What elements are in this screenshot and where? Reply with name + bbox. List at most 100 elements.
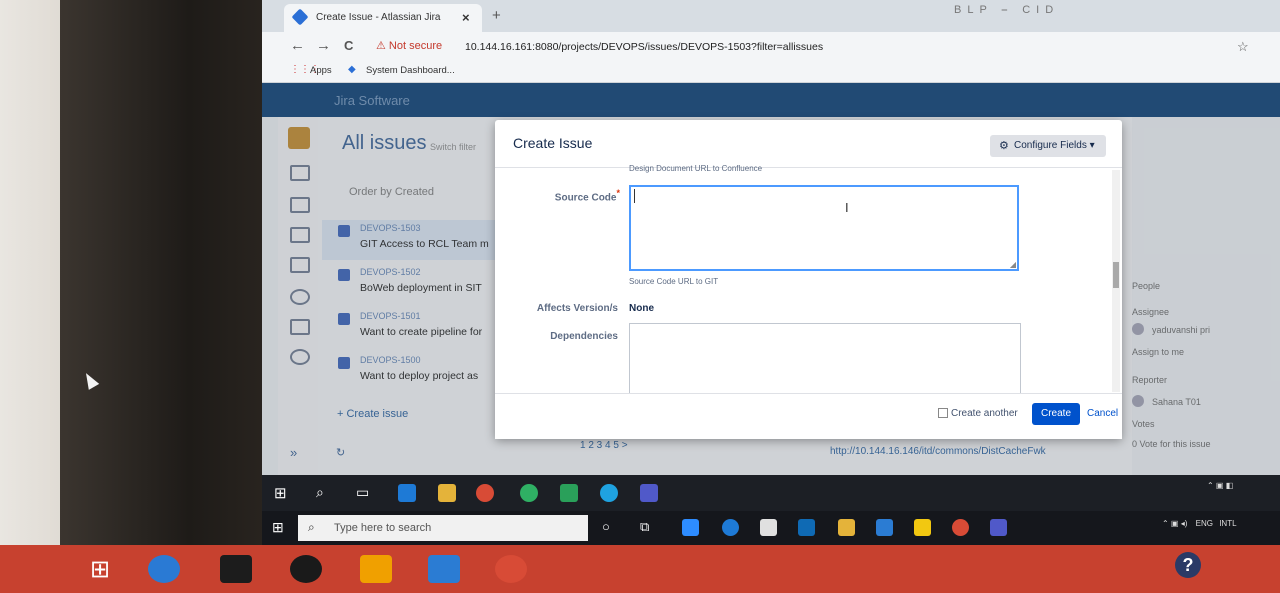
cortana-icon[interactable]: ○	[602, 519, 610, 534]
switch-filter-link[interactable]: Switch filter	[430, 142, 476, 152]
language-indicator-2[interactable]: INTL	[1219, 519, 1236, 528]
avatar	[1132, 323, 1144, 335]
taskbar-apps: ⊞ ⌕ ▭ ⌃ ▣ ◧	[262, 475, 1280, 511]
board-icon[interactable]	[290, 165, 310, 181]
bookmark-apps[interactable]: Apps	[310, 65, 332, 76]
chrome-icon[interactable]	[952, 519, 969, 536]
file-explorer-icon[interactable]	[438, 484, 456, 502]
cancel-link[interactable]: Cancel	[1087, 408, 1118, 419]
skype-icon[interactable]	[600, 484, 618, 502]
dialog-title: Create Issue	[513, 135, 593, 151]
bookmark-star-icon[interactable]: ☆	[1237, 39, 1249, 55]
chrome-icon[interactable]	[476, 484, 494, 502]
chrome-icon[interactable]	[495, 555, 527, 583]
add-item-icon[interactable]	[290, 319, 310, 335]
expand-sidebar-icon[interactable]: »	[290, 445, 297, 460]
issue-type-icon	[338, 225, 350, 237]
configure-fields-button[interactable]: ⚙ Configure Fields ▾	[990, 135, 1106, 157]
dialog-scrollbar[interactable]	[1112, 170, 1120, 392]
bookmark-system-dashboard[interactable]: System Dashboard...	[366, 65, 455, 76]
votes-label: Votes	[1132, 419, 1155, 429]
vscode-icon[interactable]	[428, 555, 460, 583]
internet-explorer-icon[interactable]	[148, 555, 180, 583]
source-code-label-text: Source Code	[554, 192, 617, 204]
help-icon[interactable]: ?	[1175, 552, 1201, 578]
window-controls[interactable]: BLP ⎯ CID	[954, 4, 1059, 17]
system-tray[interactable]: ⌃ ▣ ◂) ENG INTL	[1162, 519, 1237, 528]
issue-list-item[interactable]: DEVOPS-1502 BoWeb deployment in SIT	[322, 264, 502, 304]
settings-icon[interactable]	[290, 349, 310, 365]
status-bar-url: http://10.144.16.146/itd/commons/DistCac…	[830, 446, 1046, 457]
text-caret	[634, 189, 635, 203]
vote-link[interactable]: 0 Vote for this issue	[1132, 439, 1211, 449]
dependencies-label: Dependencies	[550, 331, 618, 342]
edge-icon[interactable]	[722, 519, 739, 536]
windows-start-icon[interactable]: ⊞	[90, 555, 110, 584]
url-field[interactable]: 10.144.16.161:8080/projects/DEVOPS/issue…	[465, 41, 823, 53]
reports-icon[interactable]	[290, 227, 310, 243]
affects-version-label: Affects Version/s	[536, 303, 618, 314]
issue-list-item[interactable]: DEVOPS-1503 GIT Access to RCL Team m	[322, 220, 502, 260]
teams-icon[interactable]	[990, 519, 1007, 536]
backlog-icon[interactable]	[290, 197, 310, 213]
close-tab-icon[interactable]: ×	[462, 10, 470, 25]
sublime-icon[interactable]	[360, 555, 392, 583]
edge-icon[interactable]	[398, 484, 416, 502]
project-avatar[interactable]	[288, 127, 310, 149]
reload-icon[interactable]: C	[344, 38, 353, 53]
forward-icon[interactable]: →	[316, 37, 331, 54]
create-button[interactable]: Create	[1032, 403, 1080, 425]
zoom-icon[interactable]	[682, 519, 699, 536]
store-icon[interactable]	[760, 519, 777, 536]
jira-brand[interactable]: Jira Software	[334, 93, 410, 108]
issue-list-item[interactable]: DEVOPS-1501 Want to create pipeline for	[322, 308, 502, 348]
assign-to-me-link[interactable]: Assign to me	[1132, 347, 1184, 357]
scrollbar-thumb[interactable]	[1113, 262, 1119, 288]
issue-details-panel: People Assignee yaduvanshi pri Assign to…	[1132, 117, 1280, 475]
taskbar-search-box[interactable]: ⌕ Type here to search	[298, 515, 588, 541]
pagination[interactable]: 1 2 3 4 5 >	[580, 440, 628, 451]
search-icon: ⌕	[308, 520, 315, 534]
task-view-icon[interactable]: ▭	[356, 484, 369, 501]
security-warning-text: Not secure	[388, 40, 443, 52]
windows-start-icon[interactable]: ⊞	[274, 484, 287, 502]
issue-key: DEVOPS-1501	[360, 311, 421, 321]
task-view-icon[interactable]: ⧉	[640, 519, 649, 535]
reporter-name[interactable]: Sahana T01	[1152, 397, 1201, 407]
browser-tab[interactable]: Create Issue - Atlassian Jira ×	[284, 4, 482, 32]
sticky-notes-icon[interactable]	[914, 519, 931, 536]
vscode-icon[interactable]	[876, 519, 893, 536]
mail-icon[interactable]	[798, 519, 815, 536]
file-explorer-icon[interactable]	[838, 519, 855, 536]
source-code-help-text: Source Code URL to GIT	[629, 277, 719, 286]
affects-version-value[interactable]: None	[629, 303, 654, 314]
create-issue-link[interactable]: + Create issue	[337, 408, 408, 420]
back-icon[interactable]: ←	[290, 37, 305, 54]
language-indicator[interactable]: ENG	[1196, 519, 1213, 528]
new-tab-button[interactable]: +	[492, 7, 501, 24]
refresh-icon[interactable]: ↻	[336, 446, 345, 459]
hp-icon[interactable]	[290, 555, 322, 583]
resize-handle-icon[interactable]: ◢	[1010, 260, 1016, 269]
components-icon[interactable]	[290, 289, 310, 305]
assignee-name[interactable]: yaduvanshi pri	[1152, 325, 1210, 335]
issues-icon[interactable]	[290, 257, 310, 273]
webcam-icon[interactable]	[220, 555, 252, 583]
dependencies-field[interactable]	[629, 323, 1021, 395]
create-another-checkbox[interactable]: Create another	[938, 408, 1018, 419]
issue-list-item[interactable]: DEVOPS-1500 Want to deploy project as	[322, 352, 502, 392]
windows-start-icon[interactable]: ⊞	[272, 519, 284, 536]
order-by-dropdown[interactable]: Order by Created	[349, 186, 434, 198]
app-icon[interactable]	[520, 484, 538, 502]
system-tray[interactable]: ⌃ ▣ ◧	[1207, 480, 1233, 491]
app-icon[interactable]	[560, 484, 578, 502]
address-bar: ← → C ⚠ Not secure 10.144.16.161:8080/pr…	[262, 32, 1280, 60]
source-code-label: Source Code*	[500, 188, 620, 203]
laptop-taskbar: ⊞ ?	[0, 545, 1280, 593]
source-code-field[interactable]: ◢	[629, 185, 1019, 271]
create-issue-dialog: Create Issue ⚙ Configure Fields ▾ Design…	[495, 120, 1122, 439]
not-secure-badge[interactable]: ⚠ Not secure	[376, 39, 442, 52]
teams-icon[interactable]	[640, 484, 658, 502]
monitor-bezel	[60, 0, 275, 593]
search-icon[interactable]: ⌕	[316, 484, 324, 501]
